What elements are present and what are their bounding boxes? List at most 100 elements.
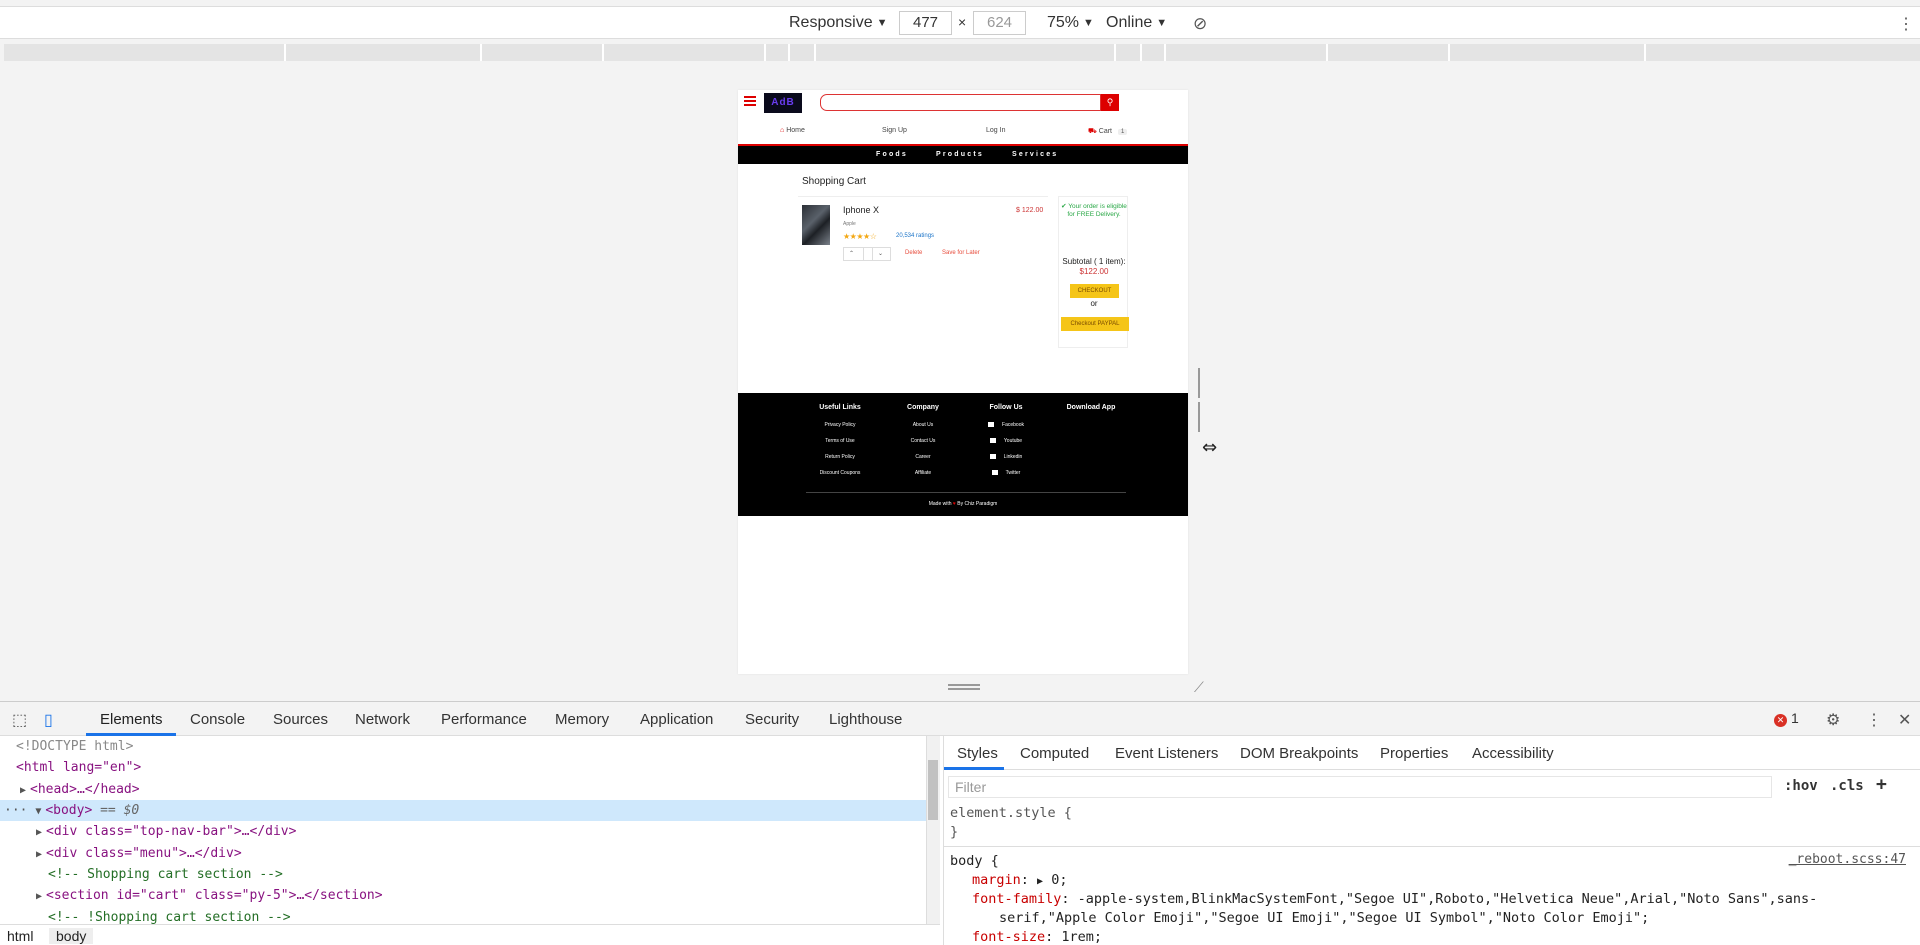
- nav-cart[interactable]: ⛟ Cart 1: [1088, 127, 1128, 136]
- tab-accessibility[interactable]: Accessibility: [1472, 745, 1554, 762]
- tab-styles[interactable]: Styles: [957, 745, 998, 762]
- menu-item-products[interactable]: Products: [936, 151, 984, 158]
- dom-node[interactable]: ▶ <div class="menu">…</div>: [0, 843, 928, 864]
- tab-network[interactable]: Network: [355, 711, 410, 728]
- product-name[interactable]: Iphone X: [843, 205, 879, 215]
- more-options-icon[interactable]: ⋮: [1866, 710, 1882, 730]
- source-link[interactable]: _reboot.scss:47: [1789, 852, 1906, 867]
- tab-console[interactable]: Console: [190, 711, 245, 728]
- dom-node[interactable]: <html lang="en">: [0, 757, 928, 778]
- width-resize-handle[interactable]: [1198, 368, 1202, 432]
- device-toggle-icon[interactable]: ▯: [44, 710, 53, 730]
- media-query-segment[interactable]: [4, 44, 286, 61]
- media-query-segment[interactable]: [286, 44, 482, 61]
- add-rule-button[interactable]: +: [1876, 774, 1887, 795]
- media-query-bar[interactable]: [4, 44, 1920, 61]
- chevron-up-icon[interactable]: ⌃: [849, 250, 854, 257]
- media-query-segment[interactable]: [790, 44, 816, 61]
- footer-link[interactable]: Return Policy: [800, 454, 880, 470]
- menu-item-services[interactable]: Services: [1012, 151, 1058, 158]
- linkedin-link[interactable]: Linkedin: [966, 454, 1046, 470]
- media-query-segment[interactable]: [1646, 44, 1920, 61]
- dom-node[interactable]: ▶ <head>…</head>: [0, 779, 928, 800]
- tab-lighthouse[interactable]: Lighthouse: [829, 711, 902, 728]
- media-query-segment[interactable]: [1142, 44, 1166, 61]
- close-icon[interactable]: ✕: [1898, 710, 1911, 730]
- cls-button[interactable]: .cls: [1830, 778, 1864, 794]
- hamburger-icon[interactable]: [744, 96, 756, 106]
- tab-properties[interactable]: Properties: [1380, 745, 1448, 762]
- breadcrumb-html[interactable]: html: [0, 928, 40, 944]
- height-input[interactable]: 624: [973, 11, 1026, 35]
- breadcrumb-body[interactable]: body: [49, 928, 94, 944]
- body-rule-selector[interactable]: body {: [950, 852, 999, 871]
- footer-link[interactable]: Terms of Use: [800, 438, 880, 454]
- ratings-link[interactable]: 20,534 ratings: [896, 233, 934, 239]
- device-select[interactable]: Responsive ▼: [789, 14, 888, 32]
- expand-triangle-icon[interactable]: ▶: [20, 780, 30, 801]
- nav-home[interactable]: ⌂ Home: [780, 127, 805, 134]
- footer-link[interactable]: About Us: [883, 422, 963, 438]
- quantity-field[interactable]: [863, 248, 873, 260]
- menu-item-foods[interactable]: Foods: [876, 151, 908, 158]
- checkout-button[interactable]: CHECKOUT: [1070, 284, 1119, 298]
- element-style-rule[interactable]: element.style {: [950, 804, 1072, 823]
- facebook-link[interactable]: Facebook: [966, 422, 1046, 438]
- tab-security[interactable]: Security: [745, 711, 799, 728]
- rotate-icon[interactable]: ⊘: [1193, 14, 1207, 34]
- tab-dom-breakpoints[interactable]: DOM Breakpoints: [1240, 745, 1358, 762]
- media-query-segment[interactable]: [1116, 44, 1142, 61]
- height-resize-handle[interactable]: [948, 684, 980, 690]
- expand-triangle-icon[interactable]: ▶: [1037, 876, 1043, 887]
- tab-elements[interactable]: Elements: [100, 711, 163, 728]
- checkout-paypal-button[interactable]: Checkout PAYPAL: [1061, 317, 1129, 331]
- media-query-segment[interactable]: [482, 44, 604, 61]
- twitter-link[interactable]: Twitter: [966, 470, 1046, 486]
- tab-event-listeners[interactable]: Event Listeners: [1115, 745, 1218, 762]
- product-image[interactable]: [802, 205, 830, 245]
- inspect-element-icon[interactable]: ⬚: [12, 710, 27, 730]
- youtube-link[interactable]: Youtube: [966, 438, 1046, 454]
- tab-computed[interactable]: Computed: [1020, 745, 1089, 762]
- expand-triangle-icon[interactable]: ▶: [36, 844, 46, 865]
- footer-link[interactable]: Contact Us: [883, 438, 963, 454]
- site-logo[interactable]: AdB: [764, 93, 802, 113]
- dom-node[interactable]: ▶ <div class="top-nav-bar">…</div>: [0, 821, 928, 842]
- media-query-segment[interactable]: [816, 44, 1116, 61]
- css-declaration[interactable]: font-family: -apple-system,BlinkMacSyste…: [972, 890, 1817, 909]
- footer-link[interactable]: Affiliate: [883, 470, 963, 486]
- dom-node-selected[interactable]: ··· ▼ <body> == $0: [0, 800, 928, 821]
- save-for-later-link[interactable]: Save for Later: [942, 250, 980, 256]
- collapse-triangle-icon[interactable]: ▼: [35, 801, 45, 822]
- settings-gear-icon[interactable]: ⚙: [1826, 710, 1840, 730]
- media-query-segment[interactable]: [1450, 44, 1646, 61]
- expand-triangle-icon[interactable]: ▶: [36, 886, 46, 907]
- footer-link[interactable]: Career: [883, 454, 963, 470]
- more-options-icon[interactable]: ⋮: [1898, 14, 1914, 34]
- media-query-segment[interactable]: [766, 44, 790, 61]
- search-icon[interactable]: ⚲: [1101, 94, 1119, 111]
- footer-link[interactable]: Privacy Policy: [800, 422, 880, 438]
- network-select[interactable]: Online ▼: [1106, 14, 1167, 32]
- search-input[interactable]: [820, 94, 1101, 111]
- hov-button[interactable]: :hov: [1784, 778, 1818, 794]
- tab-memory[interactable]: Memory: [555, 711, 609, 728]
- media-query-segment[interactable]: [604, 44, 766, 61]
- nav-signup[interactable]: Sign Up: [882, 127, 907, 134]
- corner-resize-handle-icon[interactable]: ⟋: [1194, 680, 1204, 696]
- tab-sources[interactable]: Sources: [273, 711, 328, 728]
- dom-scroll-thumb[interactable]: [928, 760, 938, 820]
- error-badge[interactable]: ✕ 1: [1774, 710, 1799, 727]
- styles-filter-input[interactable]: Filter: [948, 776, 1772, 798]
- delete-link[interactable]: Delete: [905, 250, 922, 256]
- nav-login[interactable]: Log In: [986, 127, 1005, 134]
- zoom-select[interactable]: 75% ▼: [1047, 14, 1094, 32]
- media-query-segment[interactable]: [1166, 44, 1328, 61]
- width-input[interactable]: 477: [899, 11, 952, 35]
- css-declaration[interactable]: font-size: 1rem;: [972, 928, 1102, 945]
- dom-node[interactable]: <!-- Shopping cart section -->: [0, 864, 928, 885]
- dom-node[interactable]: <!-- !Shopping cart section -->: [0, 907, 928, 924]
- footer-link[interactable]: Discount Coupons: [800, 470, 880, 486]
- tab-application[interactable]: Application: [640, 711, 713, 728]
- chevron-down-icon[interactable]: ⌄: [878, 250, 883, 257]
